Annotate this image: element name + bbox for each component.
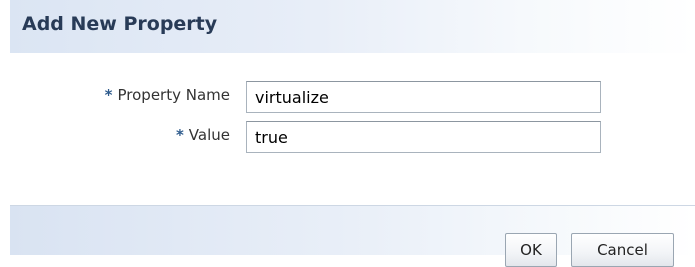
value-input[interactable] bbox=[246, 121, 601, 153]
value-row: * Value bbox=[0, 121, 695, 153]
required-marker: * bbox=[175, 126, 184, 144]
ok-button[interactable]: OK bbox=[505, 233, 557, 267]
value-label-group: * Value bbox=[176, 126, 230, 144]
property-name-row: * Property Name bbox=[0, 81, 695, 113]
property-name-input[interactable] bbox=[246, 81, 601, 113]
property-name-label-group: * Property Name bbox=[105, 86, 230, 104]
property-name-label: Property Name bbox=[117, 86, 231, 104]
required-marker: * bbox=[104, 86, 113, 104]
value-label: Value bbox=[188, 126, 230, 144]
dialog-title: Add New Property bbox=[22, 13, 218, 35]
cancel-button[interactable]: Cancel bbox=[571, 233, 674, 267]
